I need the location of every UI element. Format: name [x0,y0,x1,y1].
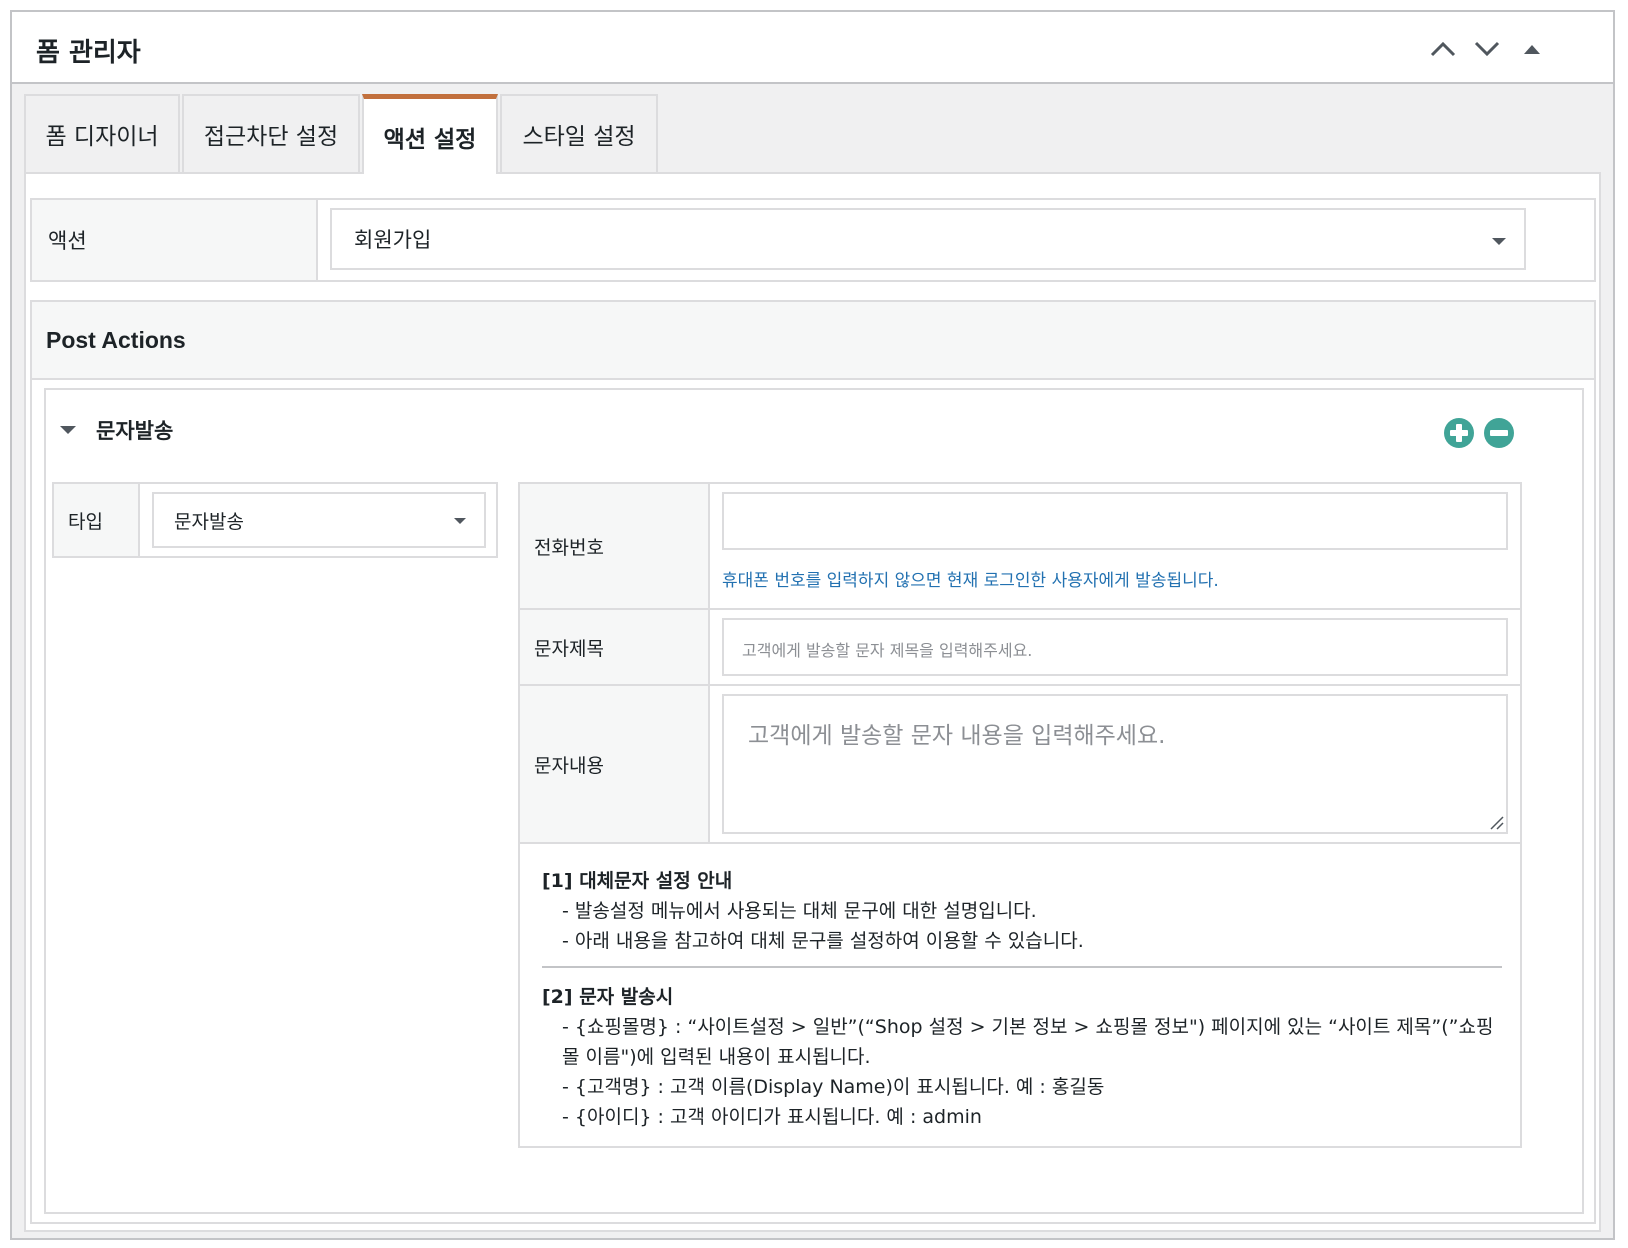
info-item: - {고객명} : 고객 이름(Display Name)이 표시됩니다. 예 … [562,1076,1105,1098]
subject-row: 문자제목 고객에게 발송할 문자 제목을 입력해주세요. [520,610,1520,686]
info-section-2-title: [2] 문자 발송시 [542,986,674,1008]
type-label: 타입 [54,484,140,556]
type-select-value: 문자발송 [174,510,244,533]
chevron-up-icon[interactable] [1426,32,1460,66]
tab-form-designer[interactable]: 폼 디자이너 [24,94,180,172]
panel-title: 폼 관리자 [36,38,141,68]
action-row: 액션 회원가입 [30,198,1596,282]
action-select-value: 회원가입 [354,228,432,252]
info-item: - 발송설정 메뉴에서 사용되는 대체 문구에 대한 설명입니다. [562,900,1037,922]
remove-action-button[interactable] [1484,418,1514,448]
subject-placeholder: 고객에게 발송할 문자 제목을 입력해주세요. [742,641,1033,660]
action-select[interactable]: 회원가입 [330,208,1526,270]
chevron-down-icon[interactable] [1470,32,1504,66]
tab-style-settings[interactable]: 스타일 설정 [500,94,658,172]
tab-action-settings[interactable]: 액션 설정 [362,94,498,174]
action-label: 액션 [32,200,318,280]
content-label: 문자내용 [520,686,710,842]
minus-icon [1490,430,1508,436]
sms-action-title: 문자발송 [96,419,174,443]
collapse-toggle-icon[interactable] [60,426,76,434]
substitution-info: [1] 대체문자 설정 안내 - 발송설정 메뉴에서 사용되는 대체 문구에 대… [542,866,1502,1132]
add-action-button[interactable] [1444,418,1474,448]
info-section-1-title: [1] 대체문자 설정 안내 [542,870,733,892]
post-actions-box: Post Actions 문자발송 타입 문자발송 전화번호 휴대폰 번호를 입… [30,300,1596,1224]
phone-input[interactable] [722,492,1508,550]
content-textarea[interactable]: 고객에게 발송할 문자 내용을 입력해주세요. [722,694,1508,834]
panel-header: 폼 관리자 [12,12,1613,84]
tab-content: 액션 회원가입 Post Actions 문자발송 타입 문자발송 전화번호 휴… [24,172,1601,1232]
resize-handle-icon[interactable] [1490,816,1504,830]
triangle-up-icon[interactable] [1515,32,1549,66]
tab-access-block[interactable]: 접근차단 설정 [182,94,360,172]
info-item: - {아이디} : 고객 아이디가 표시됩니다. 예 : admin [562,1106,982,1128]
type-select[interactable]: 문자발송 [152,492,486,548]
phone-label: 전화번호 [520,484,710,608]
sms-fields-table: 전화번호 휴대폰 번호를 입력하지 않으면 현재 로그인한 사용자에게 발송됩니… [518,482,1522,1148]
content-row: 문자내용 고객에게 발송할 문자 내용을 입력해주세요. [520,686,1520,844]
subject-input[interactable]: 고객에게 발송할 문자 제목을 입력해주세요. [722,618,1508,676]
caret-down-icon [454,518,466,524]
form-manager-panel: 폼 관리자 폼 디자이너 접근차단 설정 액션 설정 스타일 설정 액션 회원가… [10,10,1615,1240]
panel-body: 폼 디자이너 접근차단 설정 액션 설정 스타일 설정 액션 회원가입 Post… [12,84,1613,1238]
info-divider [542,966,1502,968]
tab-bar: 폼 디자이너 접근차단 설정 액션 설정 스타일 설정 [24,94,660,174]
subject-label: 문자제목 [520,610,710,684]
caret-down-icon [1492,238,1506,245]
phone-help-text: 휴대폰 번호를 입력하지 않으면 현재 로그인한 사용자에게 발송됩니다. [722,571,1219,591]
type-row: 타입 문자발송 [52,482,498,558]
post-actions-title: Post Actions [32,302,1594,380]
content-placeholder: 고객에게 발송할 문자 내용을 입력해주세요. [748,723,1166,749]
info-item: - {쇼핑몰명} : “사이트설정 > 일반”(“Shop 설정 > 기본 정보… [562,1016,1494,1068]
info-item: - 아래 내용을 참고하여 대체 문구를 설정하여 이용할 수 있습니다. [562,930,1084,952]
sms-action-item: 문자발송 타입 문자발송 전화번호 휴대폰 번호를 입력하지 않으면 현재 로그… [44,388,1584,1214]
phone-row: 전화번호 휴대폰 번호를 입력하지 않으면 현재 로그인한 사용자에게 발송됩니… [520,484,1520,610]
